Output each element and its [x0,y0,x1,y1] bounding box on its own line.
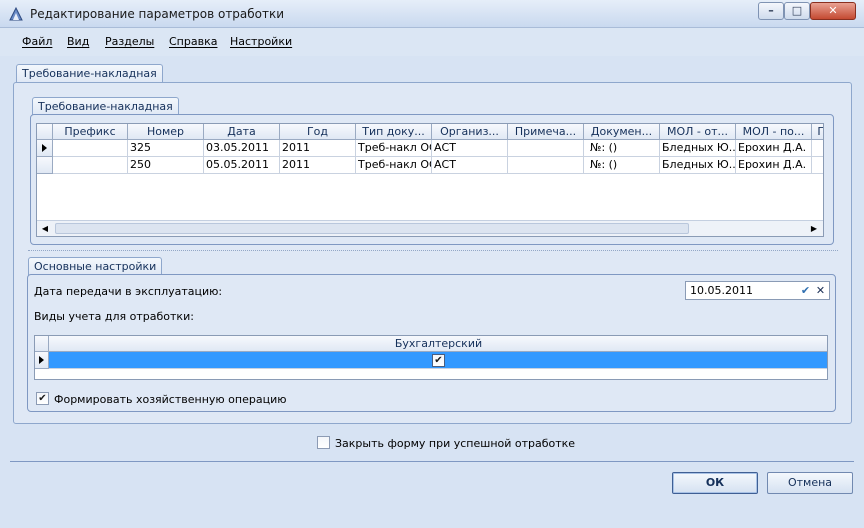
separator [28,250,838,251]
close-form-label: Закрыть форму при успешной отработке [335,437,576,450]
col-header-year[interactable]: Год [280,124,356,140]
cell-number[interactable]: 250 [128,157,204,174]
app-icon [9,6,23,21]
clear-x-icon[interactable]: ✕ [813,282,828,299]
table-row[interactable]: 325 03.05.2011 2011 Треб-накл ОС АСТ №: … [37,140,823,157]
col-header-prefix[interactable]: Префикс [53,124,128,140]
title-bar[interactable]: Редактирование параметров отработки – □ … [0,0,864,28]
cell-mol-from[interactable]: Бледных Ю.... [660,140,736,157]
accounting-checkbox[interactable]: ✔ [432,354,445,367]
cell-extra[interactable] [812,157,823,174]
confirm-check-icon[interactable]: ✔ [798,282,813,299]
date-label: Дата передачи в эксплуатацию: [34,285,223,298]
row-indicator [37,157,53,174]
tab-requisition-outer[interactable]: Требование-накладная [16,64,163,83]
table-row[interactable]: ✔ [35,352,827,369]
col-header-mol-to[interactable]: МОЛ - по... [736,124,812,140]
cell-accounting[interactable]: ✔ [49,352,827,369]
form-operation-label: Формировать хозяйственную операцию [54,393,287,406]
minimize-button[interactable]: – [758,2,784,20]
menu-view[interactable]: Вид [67,35,89,48]
cell-mol-to[interactable]: Ерохин Д.А. [736,157,812,174]
grid-corner [35,336,49,352]
cell-extra[interactable] [812,140,823,157]
form-operation-checkbox[interactable]: ✔ [36,392,49,405]
row-indicator [37,140,53,157]
commissioning-date-input[interactable]: 10.05.2011 ✔ ✕ [685,281,830,300]
cell-doc-type[interactable]: Треб-накл ОС [356,157,432,174]
window-title: Редактирование параметров отработки [30,7,285,21]
tab-requisition-inner[interactable]: Требование-накладная [32,97,179,115]
col-header-number[interactable]: Номер [128,124,204,140]
cell-prefix[interactable] [53,157,128,174]
menu-sections[interactable]: Разделы [105,35,154,48]
accounting-types-label: Виды учета для отработки: [34,310,194,323]
cell-document[interactable]: №: () [584,140,660,157]
cell-date[interactable]: 05.05.2011 [204,157,280,174]
scroll-right-icon[interactable]: ▶ [808,223,820,235]
cell-prefix[interactable] [53,140,128,157]
cell-document[interactable]: №: () [584,157,660,174]
menu-bar: Файл Вид Разделы Справка Настройки [0,28,864,56]
current-row-arrow-icon [39,356,44,364]
cell-year[interactable]: 2011 [280,157,356,174]
date-value: 10.05.2011 [690,284,753,297]
cell-number[interactable]: 325 [128,140,204,157]
cell-date[interactable]: 03.05.2011 [204,140,280,157]
scroll-left-icon[interactable]: ◀ [39,223,51,235]
cell-note[interactable] [508,157,584,174]
cell-mol-to[interactable]: Ерохин Д.А. [736,140,812,157]
cell-mol-from[interactable]: Бледных Ю.... [660,157,736,174]
horizontal-scrollbar[interactable]: ◀ ▶ [37,220,823,236]
close-button[interactable]: ✕ [810,2,856,20]
col-header-document[interactable]: Докумен... [584,124,660,140]
col-header-extra[interactable]: П [812,124,823,140]
col-header-accounting[interactable]: Бухгалтерский [49,336,827,352]
footer-divider [10,461,854,462]
menu-file[interactable]: Файл [22,35,52,48]
table-row[interactable]: 250 05.05.2011 2011 Треб-накл ОС АСТ №: … [37,157,823,174]
cell-organization[interactable]: АСТ [432,157,508,174]
row-indicator [35,352,49,369]
cell-note[interactable] [508,140,584,157]
cell-year[interactable]: 2011 [280,140,356,157]
col-header-note[interactable]: Примеча... [508,124,584,140]
cancel-button[interactable]: Отмена [767,472,853,494]
grid-corner [37,124,53,140]
col-header-organization[interactable]: Организ... [432,124,508,140]
maximize-button[interactable]: □ [784,2,810,20]
cell-organization[interactable]: АСТ [432,140,508,157]
menu-settings[interactable]: Настройки [230,35,292,48]
col-header-mol-from[interactable]: МОЛ - от... [660,124,736,140]
col-header-doc-type[interactable]: Тип доку... [356,124,432,140]
close-form-checkbox[interactable] [317,436,330,449]
cell-doc-type[interactable]: Треб-накл ОС [356,140,432,157]
accounting-types-grid[interactable]: Бухгалтерский ✔ [34,335,828,380]
ok-button[interactable]: ОК [672,472,758,494]
col-header-date[interactable]: Дата [204,124,280,140]
scrollbar-thumb[interactable] [55,223,689,234]
tab-main-settings[interactable]: Основные настройки [28,257,163,275]
menu-help[interactable]: Справка [169,35,217,48]
current-row-arrow-icon [42,144,47,152]
requisition-grid[interactable]: Префикс Номер Дата Год Тип доку... Орган… [36,123,824,237]
